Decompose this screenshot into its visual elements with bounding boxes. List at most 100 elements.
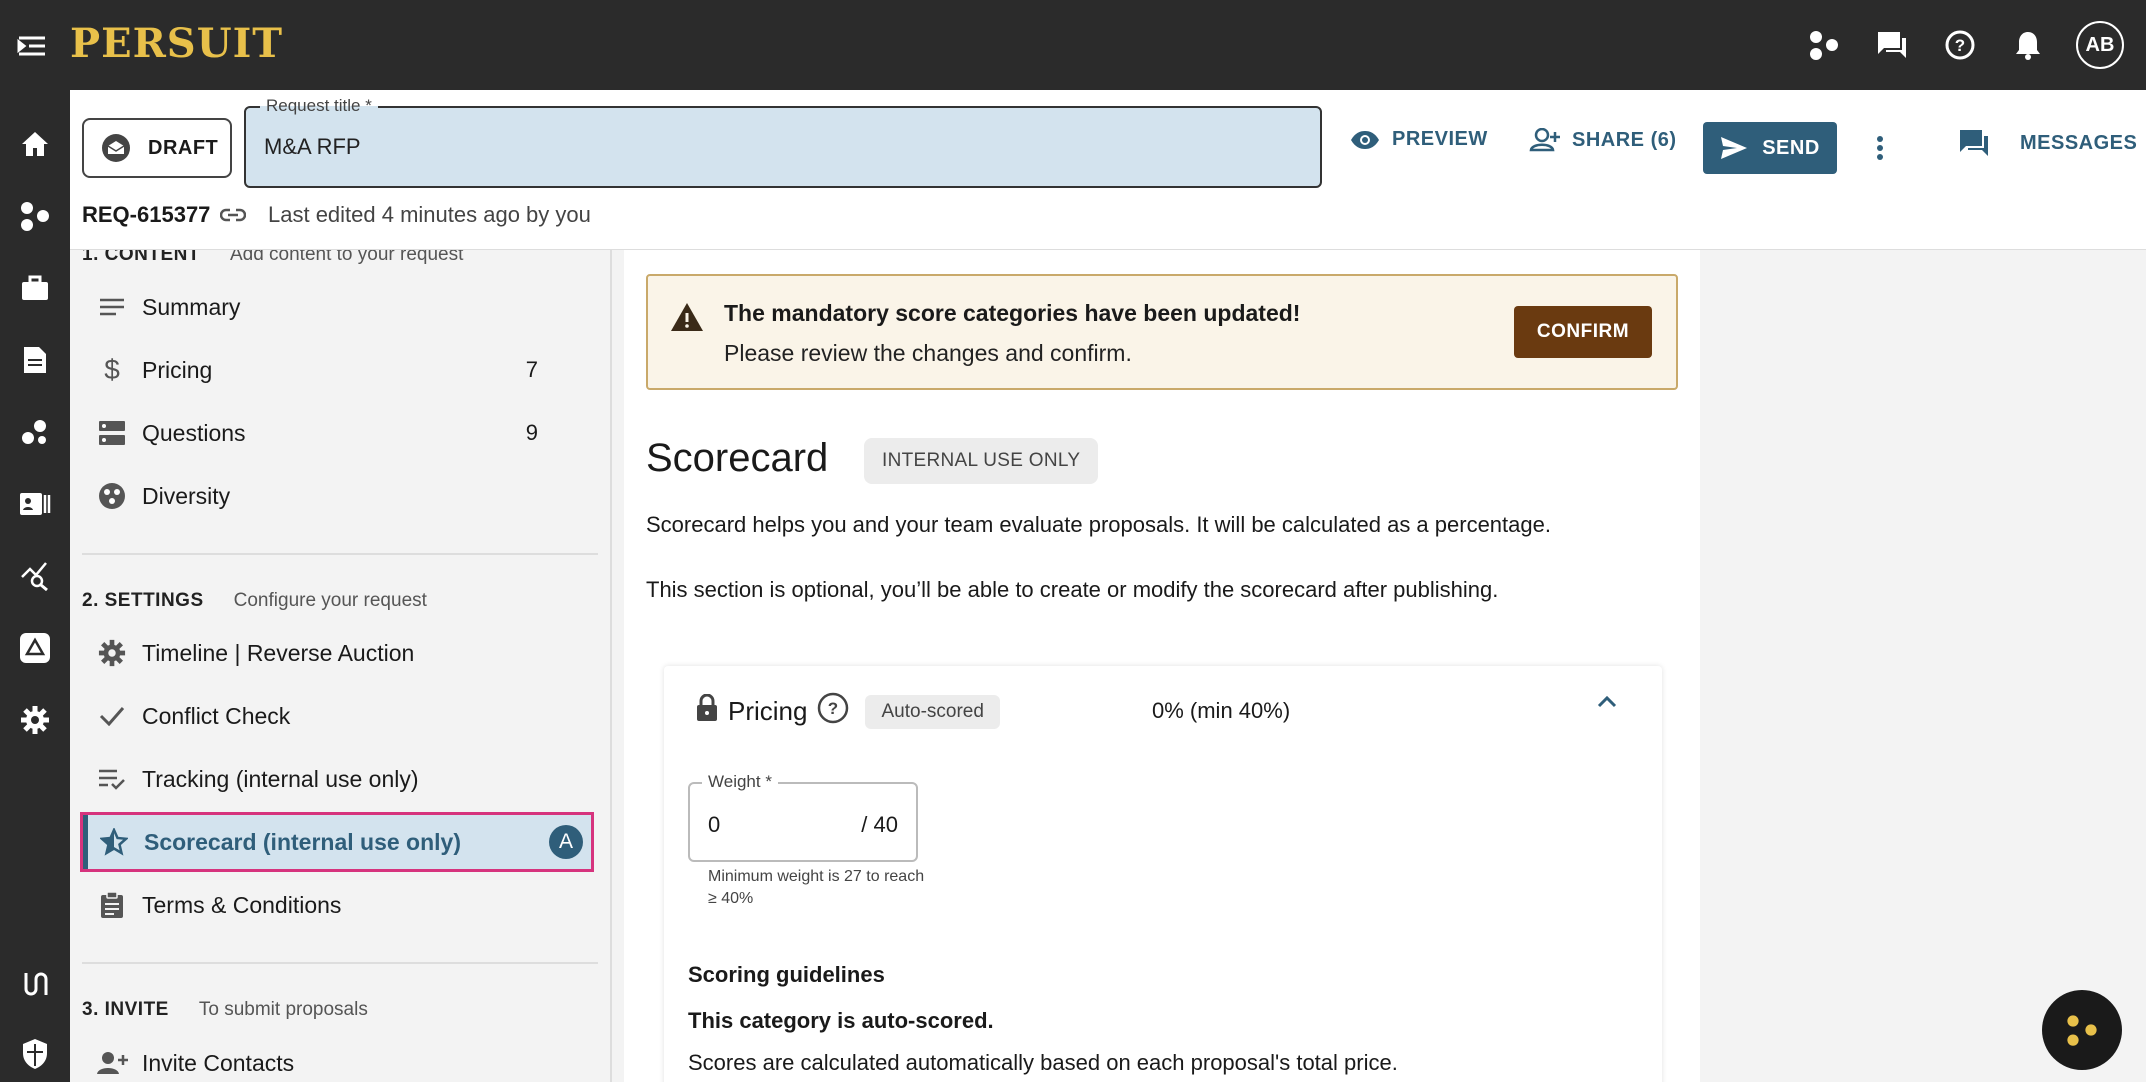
briefcase-icon[interactable] (13, 266, 57, 310)
preview-button[interactable]: PREVIEW (1350, 128, 1488, 151)
sidebar-item-count: 7 (525, 357, 538, 382)
more-options-icon[interactable] (1868, 132, 1892, 164)
sidebar-item-label: Summary (142, 293, 241, 320)
active-indicator (83, 815, 88, 869)
persuit-dots-nav-icon[interactable] (13, 194, 57, 238)
scorecard-description: Scorecard helps you and your team evalua… (646, 512, 1551, 537)
sidebar-item-label: Terms & Conditions (142, 891, 342, 918)
request-title-field[interactable]: Request title * M&A RFP (244, 96, 1322, 188)
request-id-text: REQ-615377 (82, 202, 211, 227)
scoring-guidelines-bold: This category is auto-scored. (688, 1008, 994, 1033)
messages-button[interactable]: MESSAGES (1958, 128, 2137, 158)
section-desc: Add content to your request (229, 250, 464, 265)
divider (82, 962, 598, 964)
sidebar-item-invite-contacts[interactable]: Invite Contacts (82, 1036, 592, 1082)
sidebar-item-label: Tracking (internal use only) (142, 765, 419, 792)
sidebar-item-tracking[interactable]: Tracking (internal use only) (82, 752, 592, 806)
send-button[interactable]: SEND (1703, 122, 1837, 174)
section-desc: To submit proposals (198, 999, 368, 1020)
request-header: DRAFT Request title * M&A RFP PREVIEW SH… (70, 90, 2146, 250)
page-title: Scorecard (646, 436, 829, 480)
analytics-search-icon[interactable] (13, 554, 57, 598)
persuit-assistant-button[interactable] (2042, 990, 2122, 1070)
expand-menu-icon[interactable] (14, 28, 50, 64)
sidebar-item-scorecard[interactable]: Scorecard (internal use only) A (80, 812, 594, 872)
sidebar-item-terms[interactable]: Terms & Conditions (82, 878, 592, 932)
user-avatar[interactable]: AB (2076, 21, 2124, 69)
bubbles-icon[interactable] (13, 410, 57, 454)
sidebar-item-badge: A (549, 825, 583, 859)
shield-icon[interactable] (13, 1032, 57, 1076)
storage-icon (96, 417, 128, 449)
sidebar-item-label: Pricing (142, 356, 213, 383)
last-edited-text: Last edited 4 minutes ago by you (268, 202, 591, 227)
sidebar-item-label: Conflict Check (142, 702, 291, 729)
contact-card-icon[interactable] (13, 482, 57, 526)
sidebar-item-label: Diversity (142, 482, 231, 509)
clipboard-icon (96, 889, 128, 921)
link-icon[interactable] (220, 208, 247, 222)
request-id: REQ-615377 (82, 202, 247, 228)
diversity-icon (96, 480, 128, 512)
home-icon[interactable] (13, 122, 57, 166)
alert-subtitle: Please review the changes and confirm. (724, 340, 1132, 366)
section-number: 2. SETTINGS (82, 590, 204, 611)
auction-icon[interactable] (13, 626, 57, 670)
route-icon[interactable] (13, 962, 57, 1006)
weight-max: / 40 (861, 812, 898, 837)
sidebar-item-count: 9 (525, 420, 538, 445)
chevron-up-icon[interactable] (1596, 694, 1618, 713)
sidebar-item-summary[interactable]: Summary (82, 280, 592, 334)
scoring-guidelines-text: Scores are calculated automatically base… (688, 1050, 1398, 1075)
content-section-header: 1. CONTENT Add content to your request (82, 250, 463, 266)
divider (82, 553, 598, 555)
notifications-icon[interactable] (2010, 27, 2046, 63)
star-icon (98, 826, 130, 858)
svg-text:$: $ (104, 355, 120, 385)
share-button[interactable]: SHARE (6) (1528, 128, 1677, 152)
warning-icon (670, 302, 704, 337)
draft-status-button[interactable]: DRAFT (82, 118, 232, 178)
confirm-button[interactable]: CONFIRM (1514, 306, 1652, 358)
eye-icon (1351, 130, 1379, 149)
weight-label: Weight * (702, 772, 778, 792)
document-icon[interactable] (13, 338, 57, 382)
draft-label: DRAFT (148, 136, 219, 159)
alert-banner: The mandatory score categories have been… (646, 274, 1678, 390)
checklist-icon (96, 763, 128, 795)
add-person-icon (96, 1047, 128, 1079)
persuit-dots-icon[interactable] (1806, 27, 1842, 63)
sidebar-item-conflict-check[interactable]: Conflict Check (82, 689, 592, 743)
invite-section-header: 3. INVITE To submit proposals (82, 999, 368, 1021)
persuit-logo[interactable]: PERSUIT (70, 20, 283, 67)
weight-field[interactable]: Weight * 0 / 40 (688, 772, 918, 862)
mail-open-icon (102, 134, 130, 162)
messages-label: MESSAGES (2020, 131, 2138, 154)
scorecard-optional-note: This section is optional, you’ll be able… (646, 577, 1499, 602)
help-icon[interactable]: ? (1942, 27, 1978, 63)
internal-use-chip: INTERNAL USE ONLY (864, 438, 1099, 484)
sidebar-item-questions[interactable]: Questions 9 (82, 406, 592, 460)
help-icon[interactable]: ? (817, 692, 849, 731)
section-number: 1. CONTENT (82, 250, 200, 265)
notes-icon (96, 291, 128, 323)
request-title-label: Request title * (260, 96, 378, 116)
pricing-category-header[interactable]: Pricing ? Auto-scored (696, 692, 1000, 731)
request-title-input[interactable]: M&A RFP (264, 134, 361, 160)
sidebar-item-pricing[interactable]: $ Pricing 7 (82, 343, 592, 397)
messages-icon (1960, 130, 1988, 156)
sidebar-item-timeline[interactable]: Timeline | Reverse Auction (82, 626, 592, 680)
alert-title: The mandatory score categories have been… (724, 300, 1301, 326)
persuit-dots-fab-icon (2067, 1015, 2097, 1046)
weight-input[interactable]: 0 (708, 812, 720, 838)
sidebar-item-label: Questions (142, 419, 246, 446)
section-number: 3. INVITE (82, 999, 169, 1020)
share-label: SHARE (6) (1572, 128, 1677, 151)
scorecard-panel: The mandatory score categories have been… (624, 250, 1700, 1082)
send-label: SEND (1762, 136, 1820, 159)
chat-icon[interactable] (1874, 27, 1910, 63)
pricing-category-title: Pricing (728, 696, 808, 726)
settings-icon[interactable] (13, 698, 57, 742)
scoring-guidelines-title: Scoring guidelines (688, 962, 885, 987)
sidebar-item-diversity[interactable]: Diversity (82, 469, 592, 523)
